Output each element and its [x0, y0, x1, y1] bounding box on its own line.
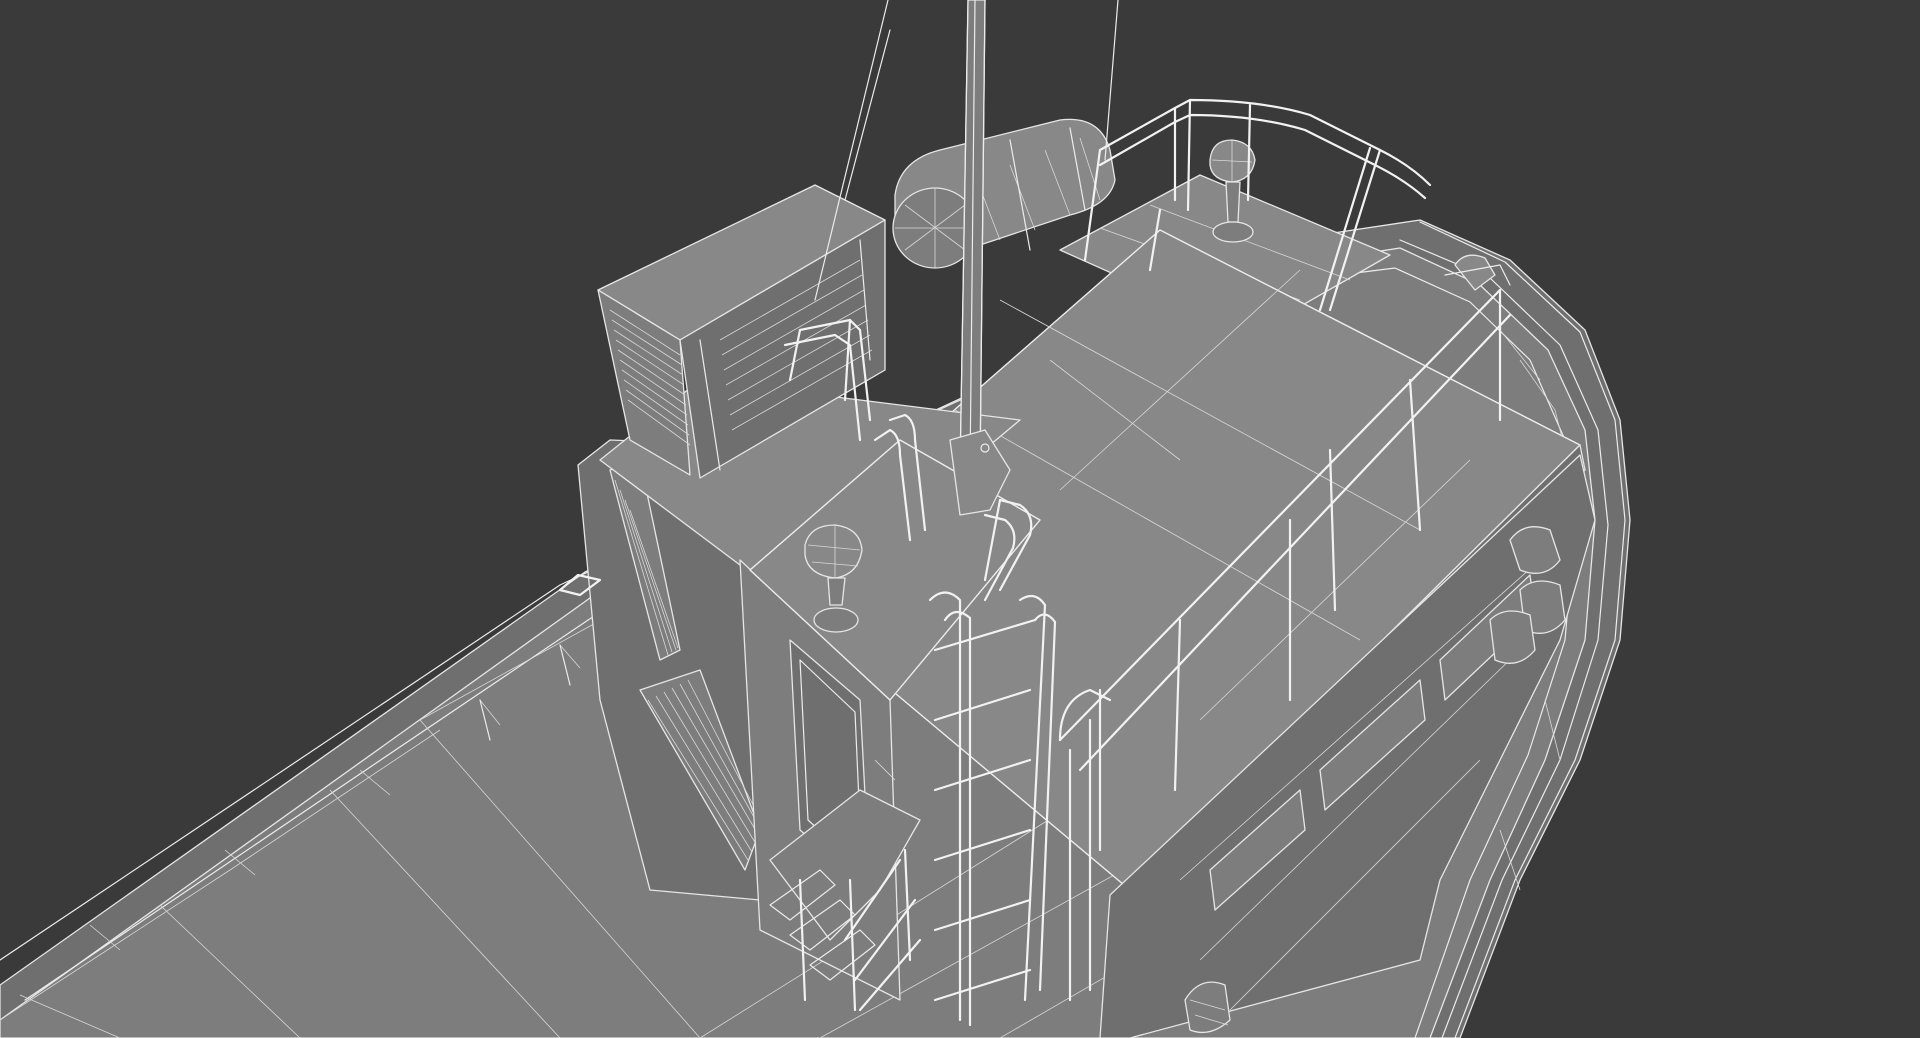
viewport [0, 0, 1920, 1038]
boat-wireframe [0, 0, 1631, 1038]
